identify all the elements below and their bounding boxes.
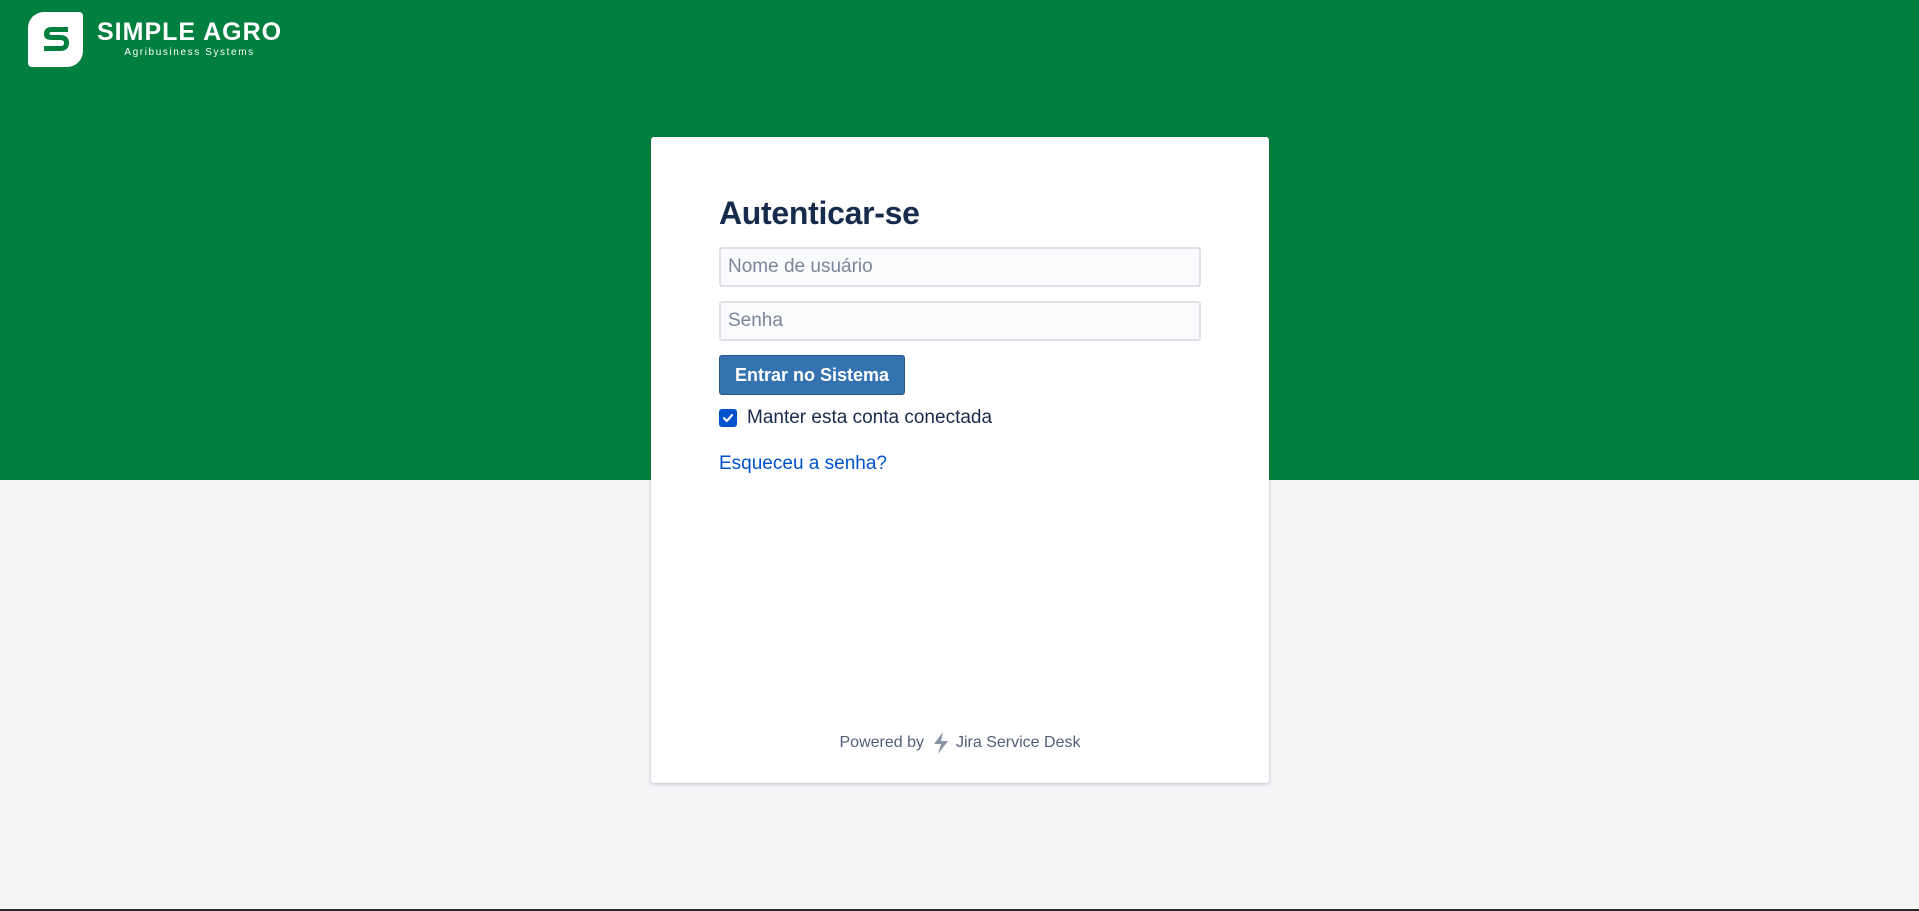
jira-service-desk-link[interactable]: Jira Service Desk bbox=[956, 734, 1080, 752]
username-input[interactable] bbox=[719, 247, 1201, 287]
remember-me[interactable]: Manter esta conta conectada bbox=[719, 407, 1201, 429]
remember-checkbox[interactable] bbox=[719, 409, 737, 427]
simple-agro-logo-icon bbox=[28, 11, 83, 67]
brand-name: SIMPLE AGRO bbox=[97, 17, 283, 46]
page-title: Autenticar-se bbox=[719, 195, 920, 231]
password-input[interactable] bbox=[719, 301, 1201, 341]
login-button[interactable]: Entrar no Sistema bbox=[719, 355, 906, 395]
forgot-password-link[interactable]: Esqueceu a senha? bbox=[719, 453, 887, 475]
powered-by-footer: Powered by Jira Service Desk bbox=[651, 731, 1269, 755]
remember-label: Manter esta conta conectada bbox=[747, 407, 993, 428]
brand-logo[interactable]: SIMPLE AGRO Agribusiness Systems bbox=[28, 11, 282, 67]
brand-tagline: Agribusiness Systems bbox=[124, 46, 255, 58]
powered-by-label: Powered by bbox=[839, 734, 925, 751]
checkmark-icon bbox=[722, 414, 734, 423]
brand-text: SIMPLE AGRO Agribusiness Systems bbox=[97, 17, 283, 60]
jira-service-desk-icon bbox=[930, 731, 952, 755]
login-card: Autenticar-se Entrar no Sistema Manter e… bbox=[651, 137, 1269, 783]
login-form: Autenticar-se Entrar no Sistema Manter e… bbox=[719, 193, 1201, 475]
